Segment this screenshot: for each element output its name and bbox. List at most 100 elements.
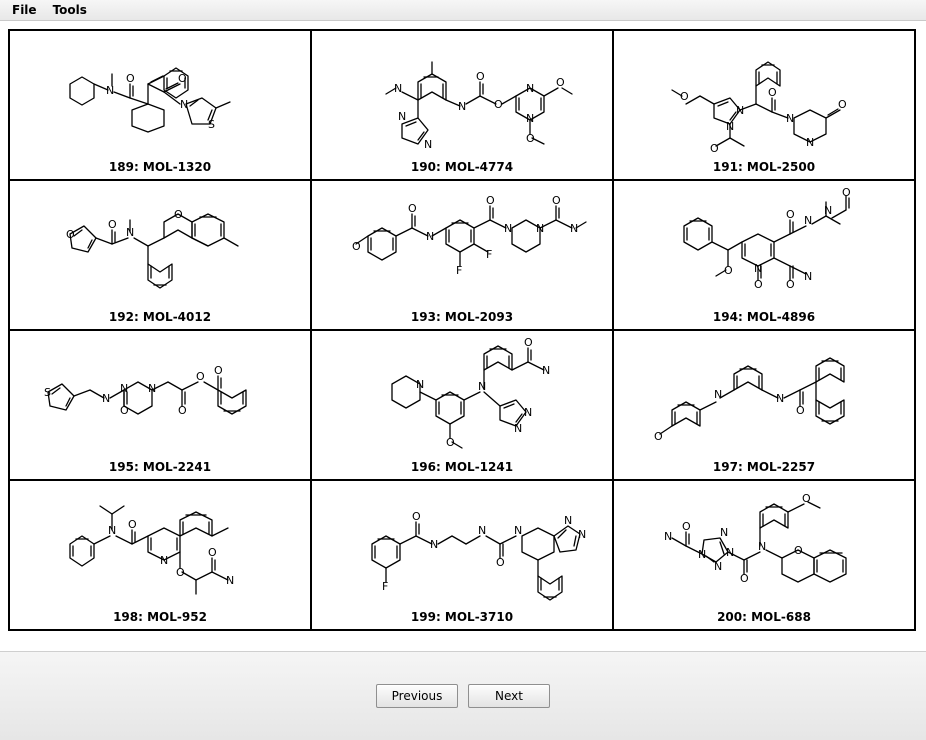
svg-text:N: N	[564, 514, 572, 527]
svg-text:O: O	[196, 370, 205, 383]
svg-text:F: F	[486, 248, 492, 261]
molecule-caption: 190: MOL-4774	[411, 157, 513, 179]
molecule-cell[interactable]: N O NNNN O N O	[613, 480, 915, 630]
svg-text:O: O	[838, 98, 847, 111]
svg-text:N: N	[514, 524, 522, 537]
molecule-caption: 193: MOL-2093	[411, 307, 513, 329]
svg-text:O: O	[476, 70, 485, 83]
svg-text:O: O	[412, 510, 421, 523]
svg-text:O: O	[682, 520, 691, 533]
svg-text:O: O	[842, 186, 851, 199]
molecule-cell[interactable]: F O N N O N NN	[311, 480, 613, 630]
molecule-cell[interactable]: O O N O	[9, 180, 311, 330]
svg-text:N: N	[714, 560, 722, 573]
svg-text:N: N	[478, 524, 486, 537]
svg-text:O: O	[208, 546, 217, 559]
svg-text:N: N	[120, 382, 128, 395]
molecule-grid: N O O N S	[8, 29, 916, 631]
content-area: N O O N S	[0, 21, 926, 639]
svg-text:O: O	[214, 364, 223, 377]
svg-text:N: N	[578, 528, 586, 541]
molecule-structure: NN O O O N	[614, 31, 914, 157]
svg-text:O: O	[740, 572, 749, 585]
menubar: File Tools	[0, 0, 926, 21]
svg-text:O: O	[710, 142, 719, 154]
svg-text:N: N	[478, 380, 486, 393]
svg-text:O: O	[178, 404, 187, 417]
molecule-cell[interactable]: O N N O 197: MOL	[613, 330, 915, 480]
molecule-caption: 196: MOL-1241	[411, 457, 513, 479]
molecule-cell[interactable]: NN O O O N	[613, 30, 915, 180]
svg-text:N: N	[504, 222, 512, 235]
svg-text:O: O	[786, 208, 795, 221]
molecule-cell[interactable]: N O N O N NN	[311, 330, 613, 480]
svg-text:N: N	[698, 548, 706, 561]
next-button[interactable]: Next	[468, 684, 550, 708]
molecule-caption: 189: MOL-1320	[109, 157, 211, 179]
molecule-caption: 192: MOL-4012	[109, 307, 211, 329]
svg-text:O: O	[178, 72, 187, 85]
molecule-cell[interactable]: S N O NN O O O	[9, 330, 311, 480]
svg-text:O: O	[556, 76, 565, 89]
svg-text:N: N	[806, 136, 814, 149]
svg-text:O: O	[552, 194, 561, 207]
svg-text:N: N	[714, 388, 722, 401]
molecule-caption: 198: MOL-952	[113, 607, 207, 629]
svg-text:N: N	[664, 530, 672, 543]
molecule-structure: O N N O	[614, 331, 914, 457]
molecule-structure: O N O O N O N N O	[614, 181, 914, 307]
svg-text:O: O	[768, 86, 777, 99]
svg-text:N: N	[824, 204, 832, 217]
molecule-caption: 200: MOL-688	[717, 607, 811, 629]
molecule-structure: NN N N O O	[312, 31, 612, 157]
previous-button[interactable]: Previous	[376, 684, 458, 708]
svg-text:N: N	[514, 422, 522, 435]
svg-text:O: O	[754, 278, 763, 291]
menu-file[interactable]: File	[4, 1, 45, 19]
svg-text:N: N	[786, 112, 794, 125]
svg-text:O: O	[796, 404, 805, 417]
svg-text:O: O	[654, 430, 663, 443]
svg-text:O: O	[794, 544, 803, 557]
svg-text:N: N	[526, 82, 534, 95]
molecule-structure: S N O NN O O O	[10, 331, 310, 457]
svg-text:N: N	[424, 138, 432, 151]
svg-text:N: N	[776, 392, 784, 405]
molecule-structure: N O NNNN O N O	[614, 481, 914, 607]
molecule-structure: N O N O N NN	[312, 331, 612, 457]
svg-text:N: N	[804, 270, 812, 283]
menu-tools[interactable]: Tools	[45, 1, 95, 19]
molecule-cell[interactable]: N O O N S	[9, 30, 311, 180]
svg-text:O: O	[486, 194, 495, 207]
molecule-caption: 195: MOL-2241	[109, 457, 211, 479]
molecule-structure: F O N N O N NN	[312, 481, 612, 607]
svg-text:O: O	[352, 240, 361, 253]
svg-text:N: N	[160, 554, 168, 567]
svg-text:N: N	[398, 110, 406, 123]
svg-text:O: O	[174, 208, 183, 221]
molecule-cell[interactable]: NN N N O O	[311, 30, 613, 180]
svg-text:N: N	[758, 540, 766, 553]
molecule-caption: 197: MOL-2257	[713, 457, 815, 479]
svg-text:F: F	[382, 580, 388, 593]
molecule-cell[interactable]: N O N O O N	[9, 480, 311, 630]
svg-text:F: F	[456, 264, 462, 277]
svg-text:O: O	[128, 518, 137, 531]
svg-text:N: N	[426, 230, 434, 243]
svg-text:N: N	[804, 214, 812, 227]
molecule-cell[interactable]: O N O O N O N N O 194	[613, 180, 915, 330]
svg-text:N: N	[542, 364, 550, 377]
svg-text:O: O	[680, 90, 689, 103]
svg-text:S: S	[44, 386, 51, 399]
molecule-structure: O O N O	[10, 181, 310, 307]
svg-text:O: O	[126, 72, 135, 85]
svg-text:O: O	[524, 336, 533, 349]
svg-text:N: N	[106, 84, 114, 97]
svg-text:N: N	[524, 406, 532, 419]
footer-toolbar: Previous Next	[0, 651, 926, 740]
molecule-cell[interactable]: O O N F F O N N O	[311, 180, 613, 330]
svg-text:S: S	[208, 118, 215, 131]
molecule-structure: O O N F F O N N O	[312, 181, 612, 307]
svg-text:O: O	[408, 202, 417, 215]
svg-text:N: N	[720, 526, 728, 539]
